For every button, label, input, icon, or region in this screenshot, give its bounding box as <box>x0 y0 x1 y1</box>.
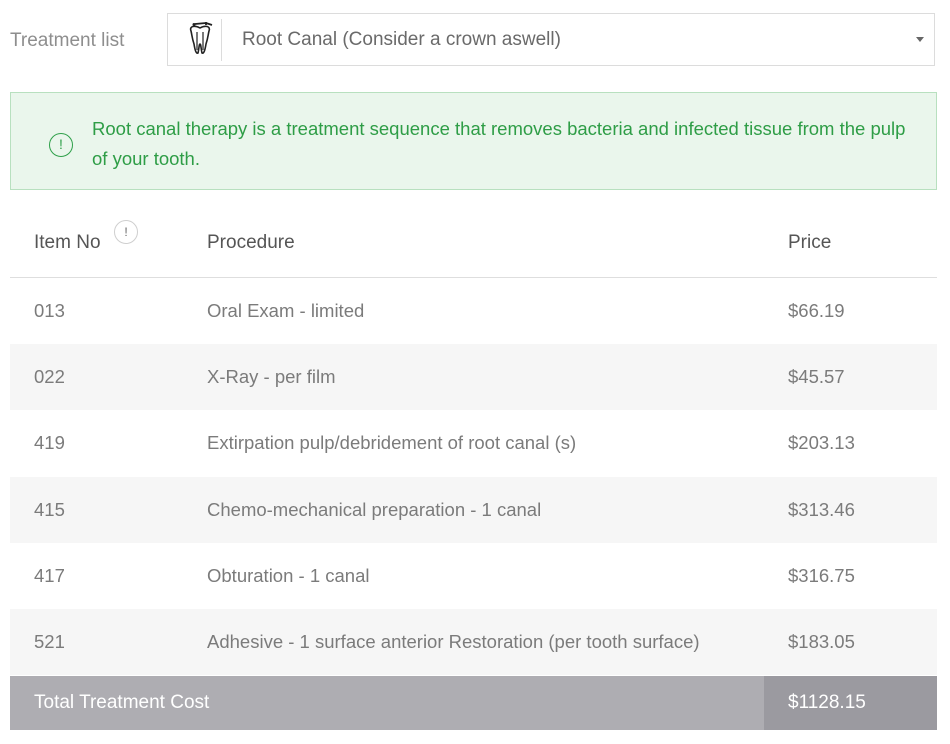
procedure-price: $45.57 <box>788 366 845 387</box>
tooth-icon <box>178 19 222 61</box>
table-row: 419 Extirpation pulp/debridement of root… <box>10 410 937 476</box>
item-number: 013 <box>34 300 65 321</box>
total-label: Total Treatment Cost <box>34 692 210 713</box>
info-text: Root canal therapy is a treatment sequen… <box>92 118 906 169</box>
procedure-price: $316.75 <box>788 565 855 586</box>
info-alert: ! Root canal therapy is a treatment sequ… <box>10 92 937 190</box>
item-number: 415 <box>34 499 65 520</box>
item-number: 419 <box>34 432 65 453</box>
total-row: Total Treatment Cost $1128.15 <box>10 676 937 730</box>
header-item-no: Item No <box>34 232 101 253</box>
procedure-name: X-Ray - per film <box>207 366 336 387</box>
procedure-name: Extirpation pulp/debridement of root can… <box>207 432 577 453</box>
table-row: 013 Oral Exam - limited $66.19 <box>10 278 937 344</box>
table-row: 521 Adhesive - 1 surface anterior Restor… <box>10 609 937 675</box>
total-amount: $1128.15 <box>788 692 866 713</box>
total-amount-cell: $1128.15 <box>764 676 937 730</box>
table-row: 415 Chemo-mechanical preparation - 1 can… <box>10 477 937 543</box>
procedure-name: Obturation - 1 canal <box>207 565 370 586</box>
item-number: 022 <box>34 366 65 387</box>
treatment-list-label: Treatment list <box>10 30 125 51</box>
item-number: 417 <box>34 565 65 586</box>
procedure-name: Adhesive - 1 surface anterior Restoratio… <box>207 631 700 652</box>
table-row: 022 X-Ray - per film $45.57 <box>10 344 937 410</box>
item-no-info-icon[interactable]: ! <box>114 220 138 244</box>
treatment-select[interactable]: Root Canal (Consider a crown aswell) <box>167 13 935 66</box>
header-price: Price <box>788 232 832 253</box>
table-header: Item No ! Procedure Price <box>10 210 937 278</box>
info-icon: ! <box>49 133 73 157</box>
header-procedure: Procedure <box>207 232 295 253</box>
item-number: 521 <box>34 631 65 652</box>
procedure-price: $313.46 <box>788 499 855 520</box>
procedure-price: $203.13 <box>788 432 855 453</box>
procedure-name: Oral Exam - limited <box>207 300 365 321</box>
table-row: 417 Obturation - 1 canal $316.75 <box>10 543 937 609</box>
selected-treatment: Root Canal (Consider a crown aswell) <box>242 29 561 50</box>
procedure-price: $66.19 <box>788 300 845 321</box>
procedure-price: $183.05 <box>788 631 855 652</box>
procedure-name: Chemo-mechanical preparation - 1 canal <box>207 499 542 520</box>
chevron-down-icon[interactable] <box>916 37 924 42</box>
